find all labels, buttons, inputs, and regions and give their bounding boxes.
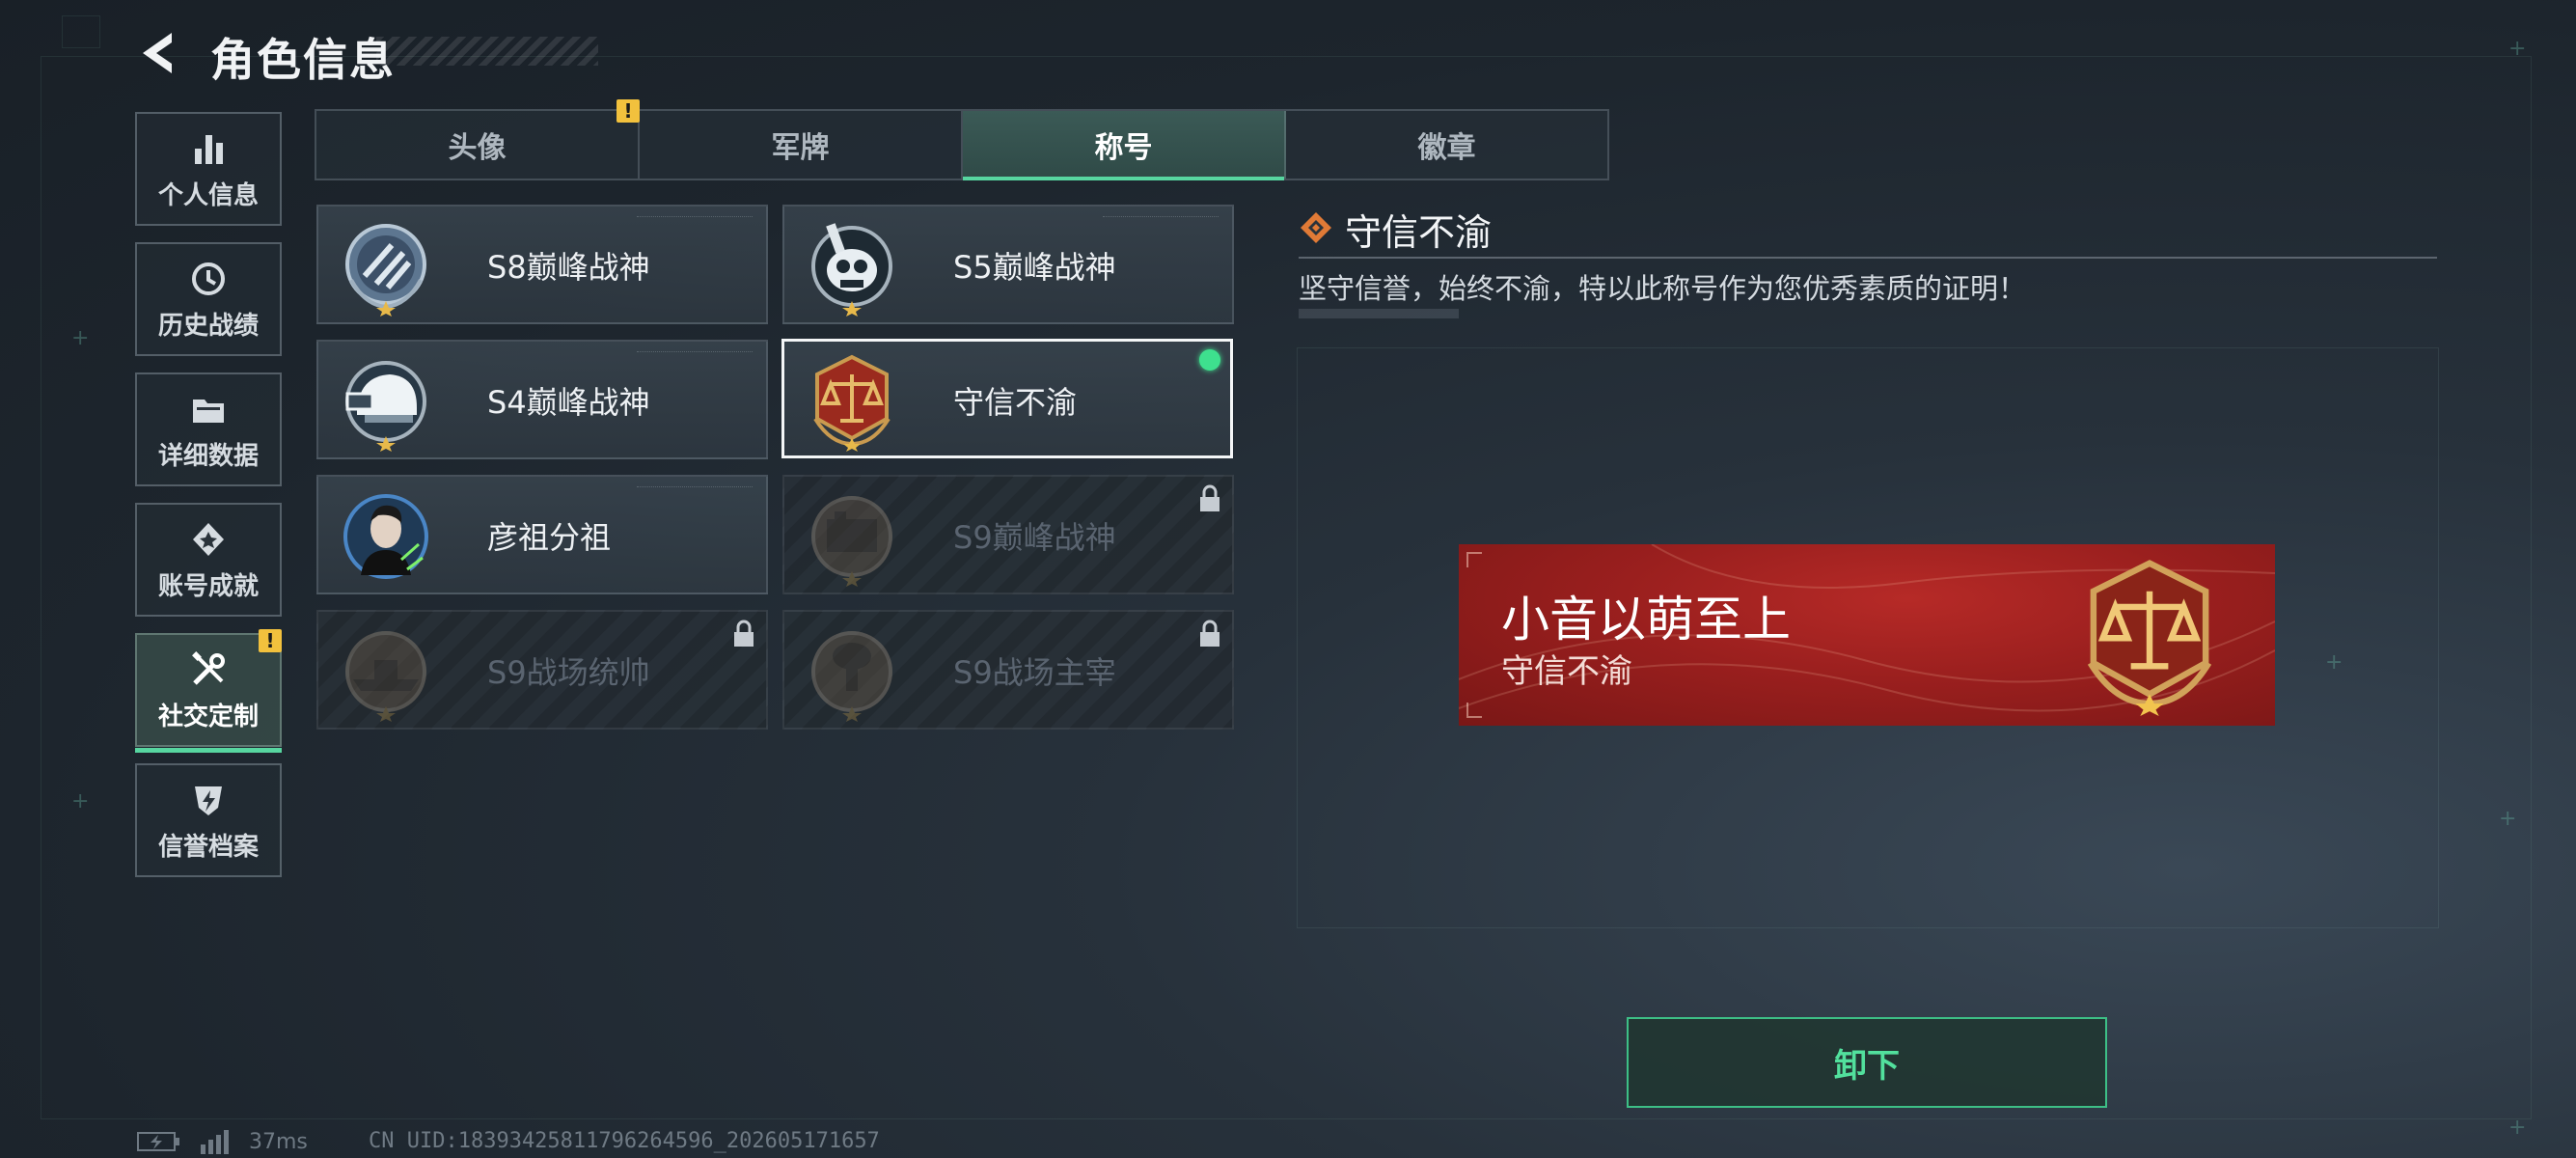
sidebar-item-label: 账号成就 [157,571,259,601]
scales-badge-icon [813,354,891,452]
title-name: 彦祖分祖 [487,519,612,556]
plate-title: 守信不渝 [1501,652,1632,691]
unequip-button[interactable]: 卸下 [1627,1017,2107,1108]
lock-icon [734,620,754,647]
detail-description: 坚守信誉，始终不渝，特以此称号作为您优秀素质的证明！ [1299,272,2027,305]
alert-badge: ! [617,99,640,123]
sidebar-item-label: 信誉档案 [157,832,259,862]
battery-icon [137,1132,179,1151]
sidebar-item-credit-record[interactable]: 信誉档案 [135,763,282,877]
achievement-icon [187,518,230,561]
bg-plus-mark: + [2508,37,2527,61]
s9-battlefield-ruler-badge-icon [811,631,892,722]
bg-plus-mark: + [71,789,90,813]
lock-icon [1200,620,1219,647]
card-meta-line [1103,216,1219,227]
tab-title[interactable]: 称号 [963,111,1286,180]
card-meta-line [637,351,753,362]
user-uid: CN UID:18393425811796264596_202605171657 [369,1129,880,1153]
title-card-locked[interactable]: S9巅峰战神 [782,475,1234,594]
tab-badge[interactable]: 徽章 [1286,111,1607,179]
title-preview-plate: 小音以萌至上 守信不渝 [1459,544,2275,726]
signal-icon [201,1130,229,1154]
sidebar-item-achievements[interactable]: 账号成就 [135,503,282,617]
status-bar: 37ms [137,1129,308,1154]
s5-peak-badge-icon [811,223,892,317]
tab-bar: 头像 军牌 称号 徽章 [315,109,1609,180]
s8-peak-badge-icon [345,224,426,317]
card-meta-line [637,486,753,497]
bg-plus-mark: + [71,326,90,350]
plate-corner [1466,552,1482,567]
lock-icon [1200,484,1219,511]
bg-plus-mark: + [2508,1116,2527,1140]
s9-battlefield-commander-badge-icon [345,631,426,722]
active-indicator [135,748,282,753]
title-name: S9战场统帅 [487,654,650,691]
detail-sub-decoration [1299,309,1459,318]
sidebar-item-history[interactable]: 历史战绩 [135,242,282,356]
detail-title: 守信不渝 [1345,211,1493,254]
tab-avatar[interactable]: 头像 [316,111,640,179]
sidebar-item-label: 详细数据 [157,441,259,471]
folder-icon [187,388,230,430]
page-title: 角色信息 [210,34,396,86]
history-icon [187,258,230,300]
s4-peak-badge-icon [345,361,426,452]
sidebar-item-label: 个人信息 [157,180,259,210]
title-decoration [376,37,598,66]
portrait-badge-icon [343,494,428,579]
title-name: S8巅峰战神 [487,249,650,286]
sidebar-item-label: 历史战绩 [157,311,259,341]
plate-corner [1466,703,1482,718]
back-arrow-icon[interactable] [137,29,179,77]
s9-peak-badge-icon [811,496,892,587]
title-name: S9战场主宰 [953,654,1116,691]
tools-icon [187,648,230,691]
equipped-indicator [1199,349,1220,371]
bg-corner-box [62,15,100,48]
bg-plus-mark: + [2499,807,2517,831]
sidebar-item-detailed-data[interactable]: 详细数据 [135,372,282,486]
title-card[interactable]: S8巅峰战神 [316,205,768,324]
detail-divider [1299,257,2437,259]
title-name: S9巅峰战神 [953,519,1116,556]
title-card[interactable]: 守信不渝 [781,339,1233,458]
title-name: S5巅峰战神 [953,249,1116,286]
title-diamond-icon [1301,212,1331,243]
shield-bolt-icon [187,779,230,821]
player-name: 小音以萌至上 [1501,592,1791,648]
title-name: S4巅峰战神 [487,384,650,421]
alert-badge: ! [259,629,282,652]
title-card[interactable]: 彦祖分祖 [316,475,768,594]
bar-chart-icon [187,127,230,170]
sidebar-item-personal-info[interactable]: 个人信息 [135,112,282,226]
title-card-locked[interactable]: S9战场统帅 [316,610,768,730]
title-card-locked[interactable]: S9战场主宰 [782,610,1234,730]
title-card[interactable]: S4巅峰战神 [316,340,768,459]
card-meta-line [637,216,753,227]
ping-value: 37ms [249,1129,308,1154]
sidebar-item-label: 社交定制 [157,702,259,731]
tab-dog-tag[interactable]: 军牌 [640,111,963,179]
title-name: 守信不渝 [953,384,1078,421]
title-card[interactable]: S5巅峰战神 [782,205,1234,324]
scales-badge-icon [2087,560,2212,716]
